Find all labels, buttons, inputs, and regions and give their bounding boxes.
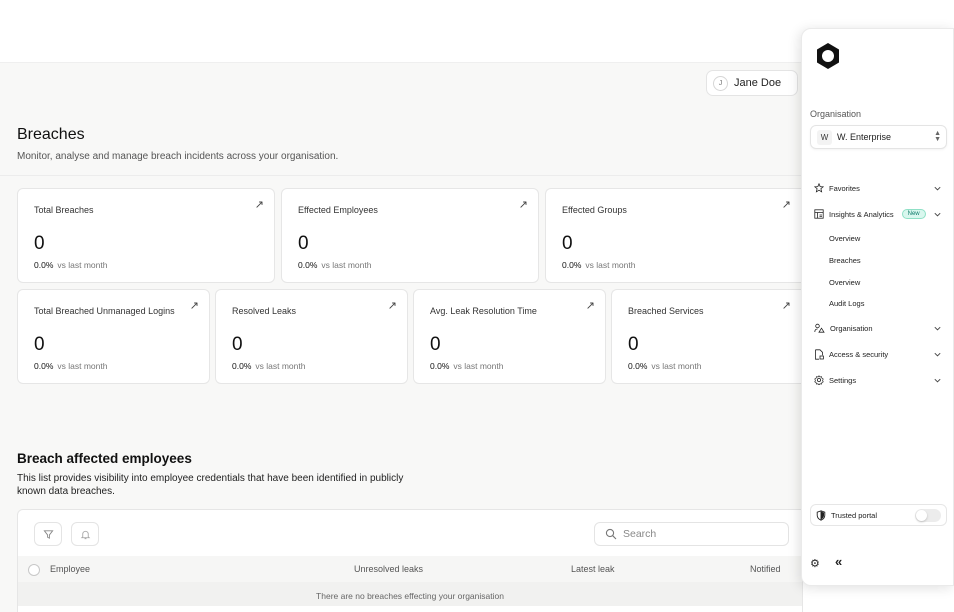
organisation-select[interactable]: W W. Enterprise ▲ ▼	[810, 125, 947, 149]
nav-favorites[interactable]: Favorites	[814, 180, 942, 196]
org-initial: W	[817, 129, 832, 145]
column-header-latest-leak[interactable]: Latest leak	[571, 564, 615, 574]
stat-card-effected-employees[interactable]: Effected Employees ↗ 0 0.0% vs last month	[281, 188, 539, 283]
nav-label: Access & security	[829, 349, 889, 359]
stat-card-avg-resolution-time[interactable]: Avg. Leak Resolution Time ↗ 0 0.0% vs las…	[413, 289, 606, 384]
users-icon	[814, 323, 825, 333]
nav-label: Organisation	[830, 323, 873, 333]
star-icon	[814, 183, 824, 193]
nav-insights-analytics[interactable]: Insights & Analytics New	[814, 206, 942, 222]
organisation-label: Organisation	[810, 109, 862, 119]
arrow-up-right-icon[interactable]: ↗	[782, 198, 791, 211]
org-name: W. Enterprise	[837, 132, 892, 142]
stat-label: Effected Employees	[298, 205, 378, 215]
nav-sub-audit-logs[interactable]: Audit Logs	[829, 299, 864, 308]
user-name: Jane Doe	[734, 77, 782, 89]
select-all-checkbox[interactable]	[28, 564, 40, 576]
nav-sub-overview-2[interactable]: Overview	[829, 278, 860, 287]
page-subtitle: Monitor, analyse and manage breach incid…	[17, 151, 339, 162]
notify-button[interactable]	[71, 522, 99, 546]
chevron-up-down-icon: ▲ ▼	[934, 130, 941, 143]
stat-delta: 0.0% vs last month	[34, 260, 108, 270]
nav-organisation[interactable]: Organisation	[814, 320, 942, 336]
page-title: Breaches	[17, 126, 85, 143]
stat-label: Breached Services	[628, 306, 704, 316]
arrow-up-right-icon[interactable]: ↗	[519, 198, 528, 211]
stat-value: 0	[430, 334, 441, 355]
arrow-up-right-icon[interactable]: ↗	[782, 299, 791, 312]
stat-value: 0	[34, 334, 45, 355]
stat-card-total-breaches[interactable]: Total Breaches ↗ 0 0.0% vs last month	[17, 188, 275, 283]
empty-state-message: There are no breaches effecting your org…	[18, 582, 802, 606]
stat-label: Resolved Leaks	[232, 306, 297, 316]
stat-label: Avg. Leak Resolution Time	[430, 306, 537, 316]
user-menu-button[interactable]: J Jane Doe	[706, 70, 798, 96]
column-header-employee[interactable]: Employee	[50, 564, 90, 574]
arrow-up-right-icon[interactable]: ↗	[388, 299, 397, 312]
employees-table: Search Employee Unresolved leaks Latest …	[17, 509, 803, 612]
section-description: This list provides visibility into emplo…	[17, 473, 404, 497]
section-title: Breach affected employees	[17, 451, 192, 466]
stat-card-unmanaged-logins[interactable]: Total Breached Unmanaged Logins ↗ 0 0.0%…	[17, 289, 210, 384]
stat-label: Total Breaches	[34, 205, 94, 215]
nav-label: Settings	[829, 375, 857, 385]
stat-value: 0	[562, 233, 573, 254]
trusted-portal-label: Trusted portal	[831, 510, 877, 520]
column-header-unresolved-leaks[interactable]: Unresolved leaks	[354, 564, 423, 574]
main-content: J Jane Doe Breaches Monitor, analyse and…	[0, 62, 803, 612]
double-chevron-left-icon[interactable]: «	[835, 554, 842, 569]
divider	[0, 175, 803, 176]
stat-card-breached-services[interactable]: Breached Services ↗ 0 0.0% vs last month	[611, 289, 803, 384]
stat-delta: 0.0% vs last month	[298, 260, 372, 270]
file-lock-icon	[815, 348, 824, 360]
sidebar: Organisation W W. Enterprise ▲ ▼ Favorite…	[801, 28, 954, 586]
filter-button[interactable]	[34, 522, 62, 546]
search-icon	[605, 528, 617, 540]
shield-icon	[816, 509, 826, 521]
nav-settings[interactable]: Settings	[814, 372, 942, 388]
chevron-down-icon	[934, 378, 941, 383]
chart-grid-icon	[814, 209, 824, 219]
settings-gear-icon[interactable]: ⚙	[810, 557, 820, 570]
stat-delta: 0.0% vs last month	[562, 260, 636, 270]
arrow-up-right-icon[interactable]: ↗	[190, 299, 199, 312]
arrow-up-right-icon[interactable]: ↗	[255, 198, 264, 211]
stat-label: Effected Groups	[562, 205, 627, 215]
trusted-portal-row: Trusted portal	[810, 504, 947, 526]
nav-label: Insights & Analytics	[829, 209, 894, 219]
chevron-down-icon	[934, 212, 941, 217]
nav-access-security[interactable]: Access & security	[814, 346, 942, 362]
arrow-up-right-icon[interactable]: ↗	[586, 299, 595, 312]
stat-value: 0	[232, 334, 243, 355]
search-input[interactable]: Search	[594, 522, 789, 546]
stat-delta: 0.0% vs last month	[628, 361, 702, 371]
stat-delta: 0.0% vs last month	[232, 361, 306, 371]
stat-value: 0	[34, 233, 45, 254]
chevron-down-icon	[934, 352, 941, 357]
stat-label: Total Breached Unmanaged Logins	[34, 306, 175, 316]
column-header-notified[interactable]: Notified	[750, 564, 781, 574]
search-placeholder: Search	[623, 528, 657, 540]
app-logo-icon[interactable]	[813, 41, 843, 71]
stat-delta: 0.0% vs last month	[34, 361, 108, 371]
new-badge: New	[901, 209, 926, 219]
trusted-portal-toggle[interactable]	[915, 509, 941, 522]
chevron-down-icon	[934, 326, 941, 331]
filter-icon	[42, 529, 54, 539]
stat-delta: 0.0% vs last month	[430, 361, 504, 371]
stat-card-resolved-leaks[interactable]: Resolved Leaks ↗ 0 0.0% vs last month	[215, 289, 408, 384]
chevron-down-icon	[934, 186, 941, 191]
stat-value: 0	[628, 334, 639, 355]
nav-sub-breaches[interactable]: Breaches	[829, 256, 861, 265]
stat-value: 0	[298, 233, 309, 254]
gear-icon	[814, 375, 824, 385]
nav-sub-overview[interactable]: Overview	[829, 234, 860, 243]
table-header: Employee Unresolved leaks Latest leak No…	[18, 556, 802, 582]
bell-icon	[80, 530, 90, 539]
nav-label: Favorites	[829, 183, 860, 193]
avatar: J	[713, 75, 728, 91]
stat-card-effected-groups[interactable]: Effected Groups ↗ 0 0.0% vs last month	[545, 188, 803, 283]
